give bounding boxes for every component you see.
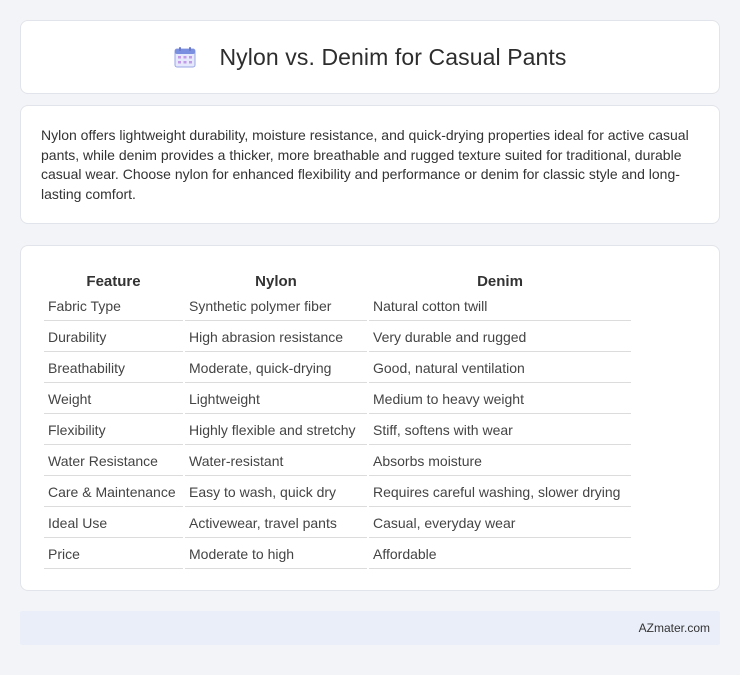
table-row: Weight Lightweight Medium to heavy weigh… xyxy=(44,385,631,414)
table-row: Flexibility Highly flexible and stretchy… xyxy=(44,416,631,445)
header-feature: Feature xyxy=(86,273,141,290)
feature-cell: Ideal Use xyxy=(44,509,183,538)
summary-card: Nylon offers lightweight durability, moi… xyxy=(20,105,720,224)
feature-cell: Fabric Type xyxy=(44,292,183,321)
denim-cell: Absorbs moisture xyxy=(369,447,631,476)
nylon-cell: High abrasion resistance xyxy=(185,323,367,352)
header-nylon: Nylon xyxy=(255,273,297,290)
denim-cell: Stiff, softens with wear xyxy=(369,416,631,445)
header-denim: Denim xyxy=(477,273,523,290)
nylon-cell: Activewear, travel pants xyxy=(185,509,367,538)
footer-site-label: AZmater.com xyxy=(638,621,710,635)
feature-cell: Care & Maintenance xyxy=(44,478,183,507)
calendar-icon xyxy=(173,45,197,69)
table-row: Ideal Use Activewear, travel pants Casua… xyxy=(44,509,631,538)
footer-bar: AZmater.com xyxy=(20,611,720,645)
summary-text: Nylon offers lightweight durability, moi… xyxy=(41,127,689,202)
nylon-cell: Moderate to high xyxy=(185,540,367,569)
table-row: Care & Maintenance Easy to wash, quick d… xyxy=(44,478,631,507)
nylon-cell: Synthetic polymer fiber xyxy=(185,292,367,321)
table-row: Water Resistance Water-resistant Absorbs… xyxy=(44,447,631,476)
page-title: Nylon vs. Denim for Casual Pants xyxy=(219,43,567,70)
feature-cell: Flexibility xyxy=(44,416,183,445)
table-row: Price Moderate to high Affordable xyxy=(44,540,631,569)
header-card: Nylon vs. Denim for Casual Pants xyxy=(20,20,720,94)
denim-cell: Medium to heavy weight xyxy=(369,385,631,414)
denim-cell: Casual, everyday wear xyxy=(369,509,631,538)
comparison-table: Feature Nylon Denim Fabric Type Syntheti… xyxy=(42,266,633,571)
feature-cell: Price xyxy=(44,540,183,569)
denim-cell: Affordable xyxy=(369,540,631,569)
nylon-cell: Easy to wash, quick dry xyxy=(185,478,367,507)
table-row: Breathability Moderate, quick-drying Goo… xyxy=(44,354,631,383)
denim-cell: Requires careful washing, slower drying xyxy=(369,478,631,507)
table-row: Durability High abrasion resistance Very… xyxy=(44,323,631,352)
denim-cell: Very durable and rugged xyxy=(369,323,631,352)
feature-cell: Weight xyxy=(44,385,183,414)
nylon-cell: Moderate, quick-drying xyxy=(185,354,367,383)
nylon-cell: Lightweight xyxy=(185,385,367,414)
table-header-row: Feature Nylon Denim xyxy=(44,268,631,290)
nylon-cell: Water-resistant xyxy=(185,447,367,476)
denim-cell: Natural cotton twill xyxy=(369,292,631,321)
feature-cell: Durability xyxy=(44,323,183,352)
feature-cell: Breathability xyxy=(44,354,183,383)
feature-cell: Water Resistance xyxy=(44,447,183,476)
denim-cell: Good, natural ventilation xyxy=(369,354,631,383)
nylon-cell: Highly flexible and stretchy xyxy=(185,416,367,445)
comparison-card: Feature Nylon Denim Fabric Type Syntheti… xyxy=(20,245,720,591)
table-row: Fabric Type Synthetic polymer fiber Natu… xyxy=(44,292,631,321)
